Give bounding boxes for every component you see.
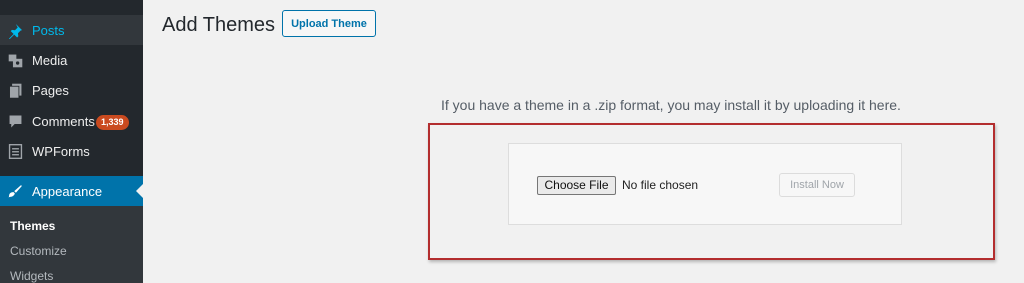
sidebar-item-media[interactable]: Media xyxy=(0,45,143,75)
admin-sidebar: Posts Media Pages Comments 1,339 WPForms… xyxy=(0,0,143,283)
sidebar-item-wpforms[interactable]: WPForms xyxy=(0,136,143,166)
sidebar-item-pages[interactable]: Pages xyxy=(0,75,143,105)
appearance-submenu: Themes Customize Widgets xyxy=(0,206,143,283)
sidebar-item-label: WPForms xyxy=(32,144,90,159)
submenu-item-themes[interactable]: Themes xyxy=(10,219,55,233)
form-icon xyxy=(7,143,24,160)
upload-theme-button[interactable]: Upload Theme xyxy=(282,10,376,37)
page-title: Add Themes xyxy=(162,14,276,36)
current-menu-arrow xyxy=(136,184,143,198)
brush-icon xyxy=(7,183,24,200)
sidebar-item-label: Media xyxy=(32,53,68,68)
media-icon xyxy=(7,52,24,69)
install-now-button[interactable]: Install Now xyxy=(779,173,855,197)
upload-help-text: If you have a theme in a .zip format, yo… xyxy=(441,97,901,113)
file-status-text: No file chosen xyxy=(622,178,699,192)
pages-icon xyxy=(7,82,24,99)
sidebar-item-posts[interactable]: Posts xyxy=(0,15,143,45)
sidebar-item-appearance[interactable]: Appearance xyxy=(0,176,143,206)
pin-icon xyxy=(7,22,24,39)
sidebar-item-label: Pages xyxy=(32,83,69,98)
comment-icon xyxy=(7,113,24,130)
sidebar-item-label: Appearance xyxy=(32,184,103,199)
comments-count-badge: 1,339 xyxy=(96,115,129,130)
sidebar-item-label: Posts xyxy=(32,23,65,38)
sidebar-item-label: Comments xyxy=(32,114,95,129)
sidebar-item-comments[interactable]: Comments 1,339 xyxy=(0,106,143,136)
choose-file-button[interactable]: Choose File xyxy=(537,176,616,195)
submenu-item-widgets[interactable]: Widgets xyxy=(10,269,53,283)
submenu-item-customize[interactable]: Customize xyxy=(10,244,67,258)
